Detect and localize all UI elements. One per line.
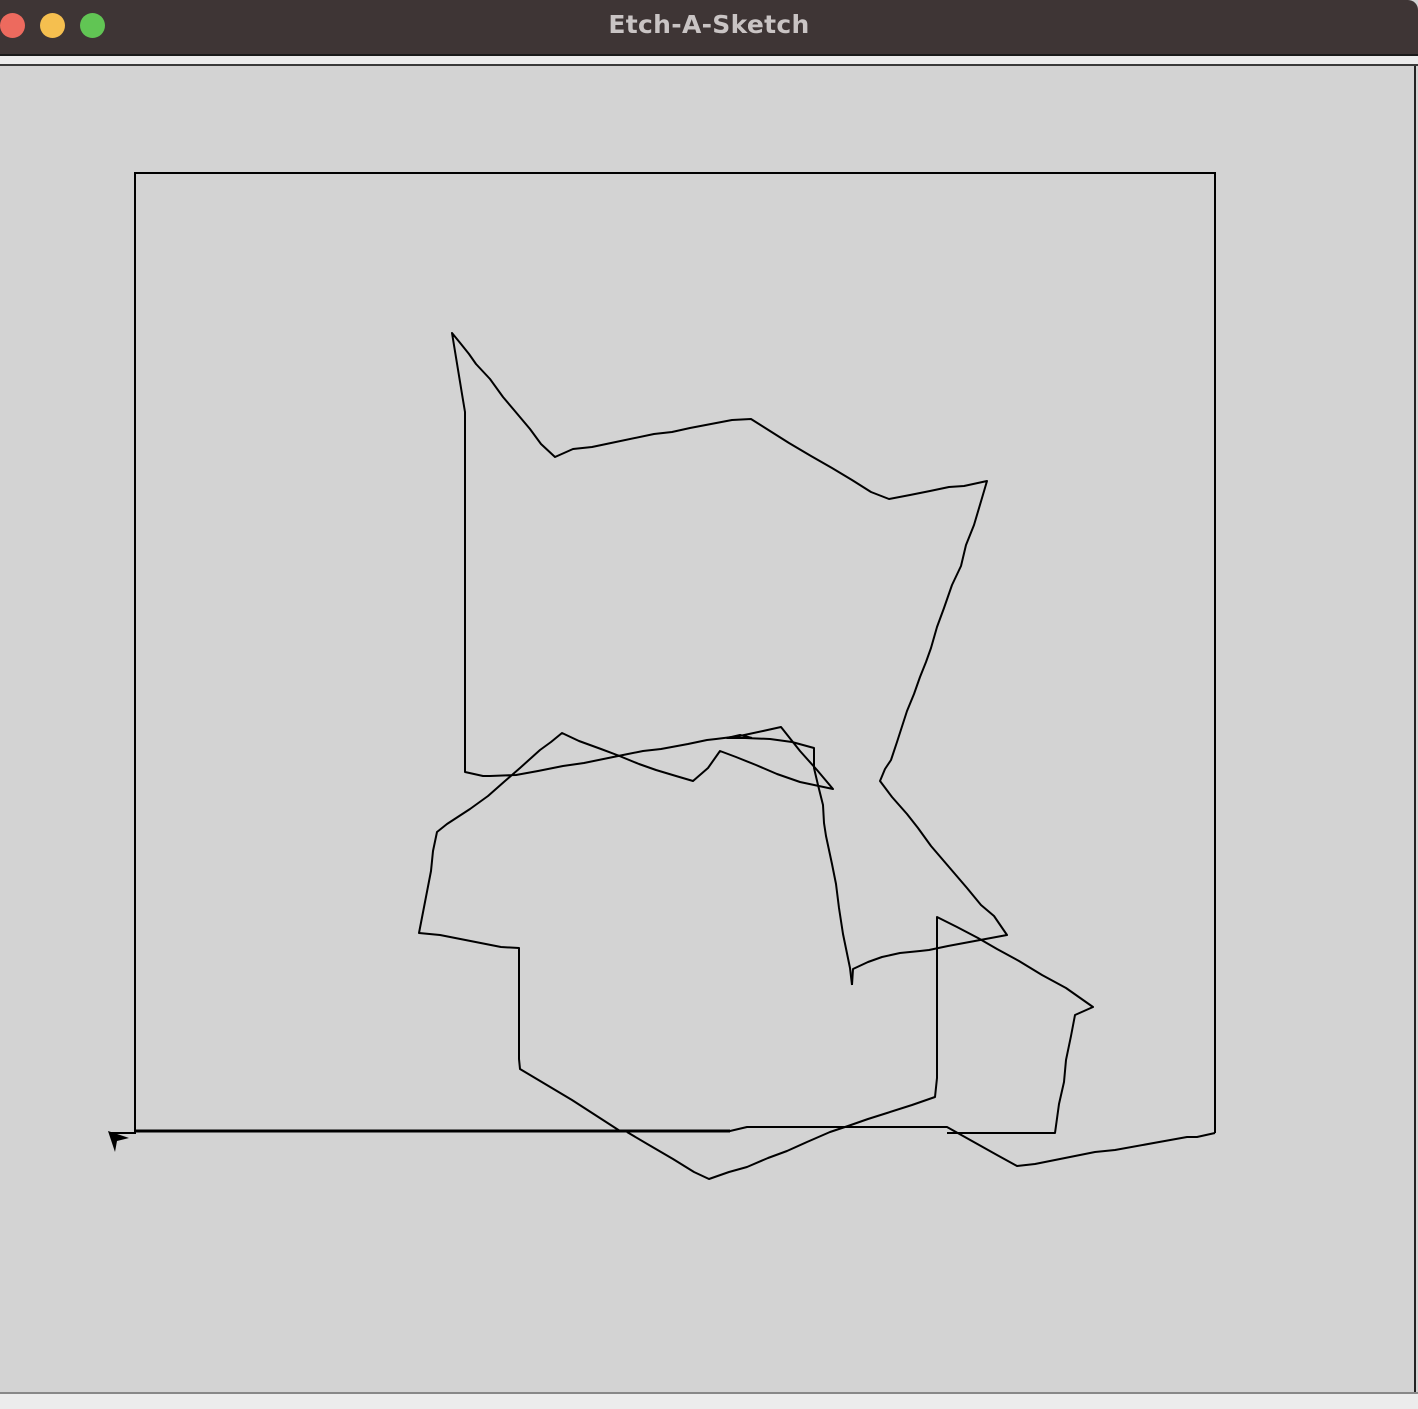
sketch-freehand-path [418, 332, 1216, 1167]
app-window: Etch-A-Sketch [0, 0, 1418, 1409]
sketch-freehand-path-3 [626, 916, 1094, 1180]
sketch-freehand-path-2 [726, 734, 853, 986]
turtle-cursor-icon [108, 1131, 129, 1152]
sketch-frame-line [110, 172, 1216, 1134]
sketch-drawing [108, 172, 1216, 1180]
